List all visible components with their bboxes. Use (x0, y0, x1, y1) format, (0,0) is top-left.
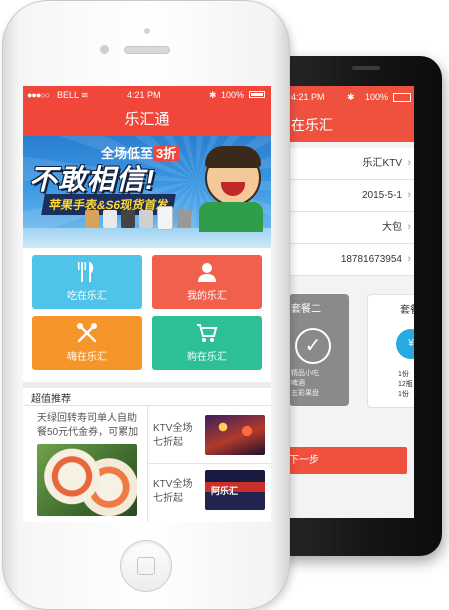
signal-dots-icon: ●●●○○ (27, 90, 50, 100)
package-card-selected[interactable]: 套餐二 ✓ 精品小吃 啤酒 五彩果盘 (289, 294, 349, 406)
back-row-value: 大包 (382, 222, 402, 233)
ktv-sign: 阿乐汇 (211, 486, 239, 496)
package-item: 五彩果盘 (291, 390, 319, 397)
tile-eat[interactable]: 吃在乐汇 (32, 255, 142, 309)
fork-knife-icon (32, 260, 142, 286)
package-name: 套餐 (400, 305, 414, 316)
section-separator (23, 382, 271, 388)
front-sensor (144, 28, 150, 34)
back-phone-speaker (352, 66, 380, 70)
back-status-bar: 4:21 PM ✱ 100% (289, 86, 414, 108)
back-status-battery: 100% (365, 92, 389, 102)
app-title: 乐汇通 (124, 111, 170, 128)
cartoon-face-icon (205, 146, 261, 206)
section-title: 超值推荐 (31, 394, 71, 405)
chevron-right-icon: › (407, 221, 411, 233)
app-header: 乐汇通 (23, 104, 271, 136)
cartoon-body (199, 202, 263, 232)
ktv-image[interactable] (205, 415, 265, 455)
home-button[interactable] (120, 540, 172, 592)
back-form-row-phone[interactable]: 18781673954 › (289, 244, 414, 276)
divider (147, 406, 148, 522)
appliance-icon (177, 210, 191, 228)
deal-description[interactable]: 天绿回转寿司单人自助餐50元代金券，可累加 (37, 412, 143, 440)
package-item: 12瓶 (398, 381, 413, 388)
tile-label: 购在乐汇 (187, 352, 227, 363)
tile-label: 嗨在乐汇 (67, 352, 107, 363)
next-step-button[interactable]: 下一步 (289, 447, 407, 474)
tile-shop[interactable]: 购在乐汇 (152, 316, 262, 370)
ktv-image[interactable]: 阿乐汇 (205, 470, 265, 510)
chevron-right-icon: › (407, 253, 411, 265)
ktv-deal-text[interactable]: KTV全场七折起 (153, 422, 201, 450)
back-form-row-date[interactable]: 2015-5-1 › (289, 180, 414, 212)
package-item: 精品小吃 (291, 370, 319, 377)
bluetooth-icon: ✱ (347, 92, 355, 102)
watch-icon (121, 210, 135, 228)
back-header: 在乐汇 (289, 108, 414, 142)
package-name: 套餐二 (291, 304, 321, 315)
back-phone-screen: 4:21 PM ✱ 100% 在乐汇 乐汇KTV › 2015-5-1 › 大包… (289, 86, 414, 518)
status-bar: ●●●○○ BELL ≋ 4:21 PM ✱ 100% (23, 86, 271, 104)
carrier-name: BELL (57, 90, 80, 100)
mic-icon (32, 321, 142, 347)
back-row-value: 2015-5-1 (361, 190, 402, 201)
back-form-row-venue[interactable]: 乐汇KTV › (289, 148, 414, 180)
package-item: 1份 (398, 371, 409, 378)
package-item: 啤酒 (291, 380, 305, 387)
back-row-value: 18781673954 (340, 254, 402, 265)
next-step-label: 下一步 (289, 455, 319, 466)
tile-label: 吃在乐汇 (67, 291, 107, 302)
chevron-right-icon: › (407, 189, 411, 201)
front-phone-screen: ●●●○○ BELL ≋ 4:21 PM ✱ 100% 乐汇通 全场低至 3折 不… (23, 86, 271, 522)
package-item: 1份 (398, 391, 409, 398)
promo-banner[interactable]: 全场低至 3折 不敢相信! 苹果手表&S6现货首发 (23, 136, 271, 248)
battery-percent: 100% (221, 90, 245, 100)
appliance-icon (139, 210, 153, 228)
banner-discount-badge: 3折 (153, 146, 180, 161)
front-camera (100, 45, 109, 54)
divider (147, 463, 271, 464)
user-icon (152, 260, 262, 286)
battery-icon (249, 91, 265, 98)
sushi-image[interactable] (37, 444, 137, 516)
battery-icon (393, 93, 411, 102)
wifi-icon: ≋ (81, 90, 89, 100)
tile-my[interactable]: 我的乐汇 (152, 255, 262, 309)
chevron-right-icon: › (407, 157, 411, 169)
front-speaker (124, 46, 170, 54)
washer-icon (157, 206, 173, 230)
back-form-row-room[interactable]: 大包 › (289, 212, 414, 244)
check-icon: ✓ (295, 328, 331, 364)
cart-icon (152, 321, 262, 347)
status-time: 4:21 PM (127, 90, 161, 100)
back-status-time: 4:21 PM (291, 92, 325, 102)
tile-label: 我的乐汇 (187, 291, 227, 302)
back-header-title: 在乐汇 (291, 117, 333, 133)
banner-headline: 不敢相信! (29, 164, 156, 195)
tile-fun[interactable]: 嗨在乐汇 (32, 316, 142, 370)
appliance-icon (85, 210, 99, 228)
ktv-deal-text[interactable]: KTV全场七折起 (153, 478, 201, 506)
package-card[interactable]: 套餐 ¥ 1份 12瓶 1份 (367, 294, 414, 408)
back-row-value: 乐汇KTV (362, 158, 402, 169)
bluetooth-icon: ✱ (209, 90, 217, 100)
price-icon: ¥ (396, 329, 414, 359)
appliance-icon (103, 210, 117, 228)
